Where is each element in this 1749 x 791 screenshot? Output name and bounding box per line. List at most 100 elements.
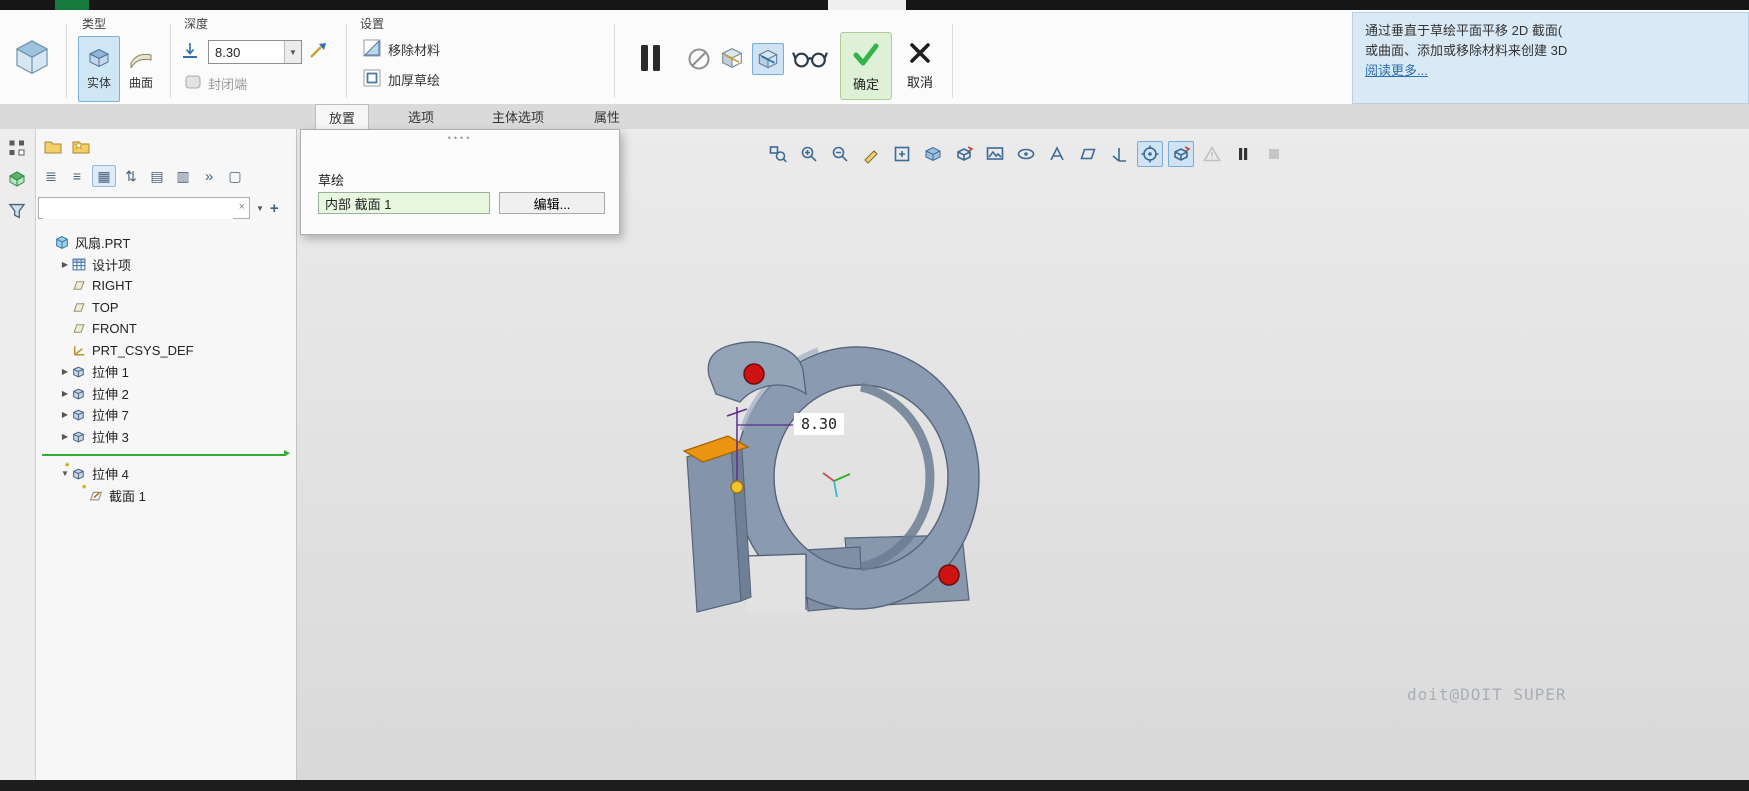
remove-material-label: 移除材料 xyxy=(388,40,440,59)
tree-item[interactable]: * 截面 1 xyxy=(40,485,292,507)
tree-item[interactable]: TOP xyxy=(40,297,292,319)
surface-type-button[interactable]: 曲面 xyxy=(120,36,162,102)
depth-value-combo[interactable]: 8.30 ▼ xyxy=(208,40,302,64)
stop-icon[interactable] xyxy=(1261,141,1287,167)
ok-button[interactable]: 确定 xyxy=(840,32,892,100)
thicken-sketch-label: 加厚草绘 xyxy=(388,70,440,89)
expander-icon[interactable]: ▶ xyxy=(59,260,71,269)
repaint-icon[interactable] xyxy=(858,141,884,167)
ribbon-separator xyxy=(952,24,953,98)
filter-clear-icon[interactable]: × xyxy=(239,201,245,213)
tree-item[interactable]: ▶ 拉伸 3 xyxy=(40,426,292,448)
flip-depth-direction-button[interactable] xyxy=(306,40,332,64)
depth-drag-handle[interactable] xyxy=(731,481,743,493)
tab-body-options[interactable]: 主体选项 xyxy=(473,104,563,129)
tree-item-label: 拉伸 1 xyxy=(92,362,129,381)
solid-type-button[interactable]: 实体 xyxy=(78,36,120,102)
ribbon-separator xyxy=(346,24,347,98)
active-ribbon-tab-sliver[interactable] xyxy=(828,0,906,10)
panel-drag-handle[interactable]: •••• xyxy=(301,130,619,143)
tree-sort-group-icon[interactable]: ▤ xyxy=(146,166,168,186)
cancel-button[interactable]: 取消 xyxy=(896,32,944,98)
attached-preview-button[interactable] xyxy=(752,43,784,75)
section-collector-field[interactable]: 内部 截面 1 xyxy=(318,192,490,214)
tree-item-icon xyxy=(71,407,88,422)
view-manager-icon[interactable] xyxy=(982,141,1008,167)
warning-icon[interactable] xyxy=(1199,141,1225,167)
filter-options-arrow-icon[interactable]: ▼ xyxy=(253,204,267,213)
app-cube-icon[interactable] xyxy=(10,34,54,78)
tree-item[interactable]: FRONT xyxy=(40,318,292,340)
help-text-line2: 或曲面、添加或移除材料来创建 3D xyxy=(1365,41,1736,61)
tree-columns-config-icon[interactable]: ▥ xyxy=(172,166,194,186)
tree-favorites-icon[interactable] xyxy=(70,136,92,156)
depth-type-button[interactable] xyxy=(178,40,204,64)
tree-grid-view-icon[interactable]: ▦ xyxy=(92,165,116,187)
annotation-display-icon[interactable] xyxy=(1044,141,1070,167)
orientation-mode-icon[interactable] xyxy=(1168,141,1194,167)
filter-add-icon[interactable]: + xyxy=(270,200,279,217)
filter-funnel-icon[interactable] xyxy=(6,201,28,221)
file-tab-sliver[interactable] xyxy=(55,0,89,10)
red-hole-marker-top[interactable] xyxy=(744,364,764,384)
edit-sketch-button[interactable]: 编辑... xyxy=(499,192,605,214)
tree-list-icon[interactable]: ≣ xyxy=(40,166,62,186)
preview-glasses-button[interactable] xyxy=(792,48,828,72)
spin-center-icon[interactable] xyxy=(1137,141,1163,167)
no-preview-button[interactable] xyxy=(686,46,712,72)
expander-icon[interactable]: ▶ xyxy=(59,367,71,376)
tab-properties[interactable]: 属性 xyxy=(581,104,633,129)
insert-locator-line[interactable]: ► xyxy=(40,447,292,463)
tree-item[interactable]: RIGHT xyxy=(40,275,292,297)
datum-display-filters-icon[interactable] xyxy=(1106,141,1132,167)
tree-item[interactable]: ▼ * 拉伸 4 xyxy=(40,463,292,485)
tree-item-label: 拉伸 3 xyxy=(92,427,129,446)
model-tree-panel: ≣ ≡ ▦ ⇅ ▤ ▥ » ▢ × ▼ + 风扇.PRT ▶ 设计项 RIGHT… xyxy=(36,129,297,780)
red-hole-marker-bottom[interactable] xyxy=(939,565,959,585)
tree-overflow-chevron-icon[interactable]: » xyxy=(198,166,220,186)
tree-filter-input[interactable] xyxy=(43,199,233,219)
tree-item-icon: * xyxy=(71,466,88,481)
read-more-link[interactable]: 阅读更多... xyxy=(1365,63,1428,78)
tree-detail-list-icon[interactable]: ≡ xyxy=(66,166,88,186)
perspective-icon[interactable] xyxy=(1013,141,1039,167)
model-display-cube-icon[interactable] xyxy=(6,169,28,189)
depth-combo-arrow-icon[interactable]: ▼ xyxy=(284,41,301,63)
refit-icon[interactable] xyxy=(889,141,915,167)
tree-item-icon xyxy=(54,235,71,250)
model-tree: 风扇.PRT ▶ 设计项 RIGHT TOP FRONT PRT_CSYS_DE… xyxy=(40,232,292,506)
tab-options[interactable]: 选项 xyxy=(395,104,447,129)
tree-item-icon xyxy=(71,300,88,315)
tree-columns-icon[interactable] xyxy=(6,138,28,158)
zoom-in-icon[interactable] xyxy=(796,141,822,167)
tree-item[interactable]: ▶ 拉伸 7 xyxy=(40,404,292,426)
closed-end-toggle[interactable]: 封闭端 xyxy=(184,74,247,93)
tree-item[interactable]: 风扇.PRT xyxy=(40,232,292,254)
expander-icon[interactable]: ▶ xyxy=(59,389,71,398)
tree-sort-asc-icon[interactable]: ⇅ xyxy=(120,166,142,186)
dimension-callout[interactable]: 8.30 xyxy=(794,413,844,435)
expander-icon[interactable]: ▶ xyxy=(59,410,71,419)
tree-item[interactable]: ▶ 设计项 xyxy=(40,254,292,276)
placement-panel: •••• 草绘 内部 截面 1 编辑... xyxy=(300,129,620,235)
pause-button[interactable] xyxy=(634,40,668,76)
tree-item[interactable]: ▶ 拉伸 2 xyxy=(40,383,292,405)
tree-folder-icon[interactable] xyxy=(42,136,64,156)
pause-icon[interactable] xyxy=(1230,141,1256,167)
expander-icon[interactable]: ▶ xyxy=(59,432,71,441)
unattached-preview-button[interactable] xyxy=(718,44,748,74)
tree-item[interactable]: ▶ 拉伸 1 xyxy=(40,361,292,383)
zoom-out-icon[interactable] xyxy=(827,141,853,167)
zoom-window-icon[interactable] xyxy=(765,141,791,167)
top-menu-bar xyxy=(0,0,1749,10)
tab-placement[interactable]: 放置 xyxy=(315,104,369,130)
show-style-icon[interactable] xyxy=(1075,141,1101,167)
tree-report-page-icon[interactable]: ▢ xyxy=(224,166,246,186)
remove-material-toggle[interactable]: 移除材料 xyxy=(362,38,440,61)
model-body[interactable] xyxy=(684,342,979,612)
thicken-sketch-icon xyxy=(362,68,382,91)
saved-orientations-icon[interactable] xyxy=(951,141,977,167)
display-style-icon[interactable] xyxy=(920,141,946,167)
thicken-sketch-toggle[interactable]: 加厚草绘 xyxy=(362,68,440,91)
tree-item[interactable]: PRT_CSYS_DEF xyxy=(40,340,292,362)
